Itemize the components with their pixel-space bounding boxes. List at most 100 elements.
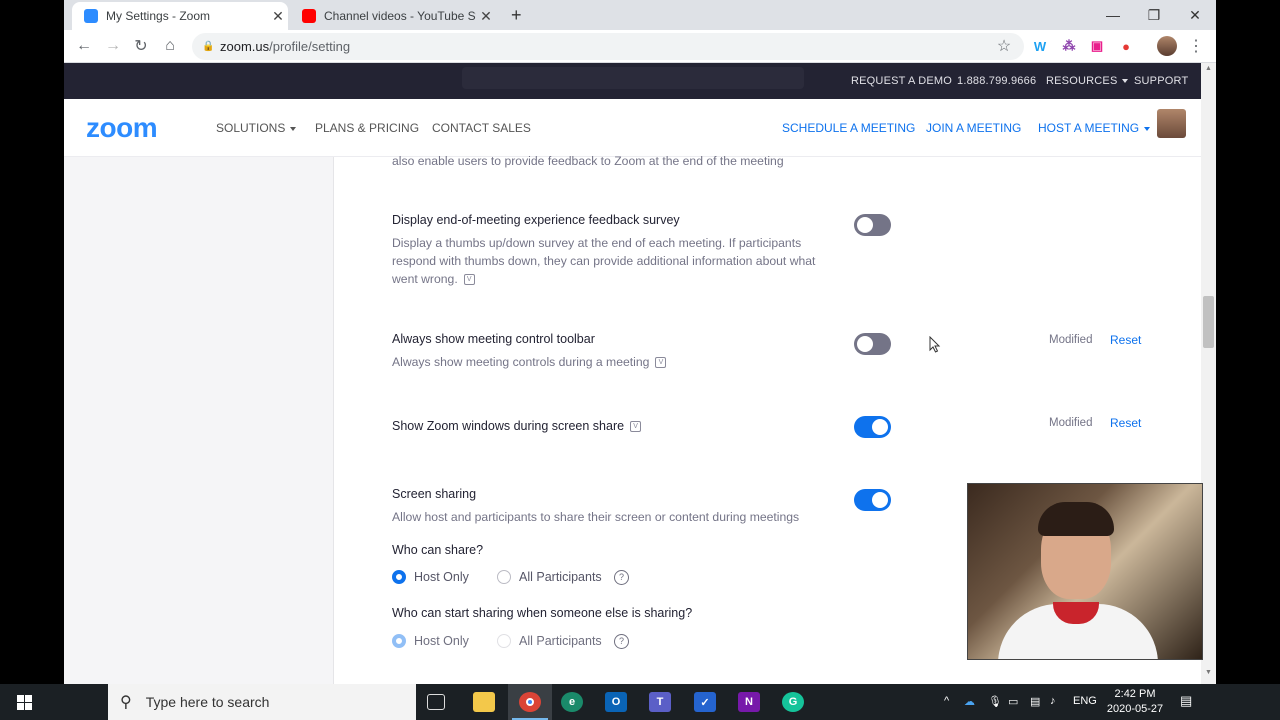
url-text: zoom.us/profile/setting: [220, 39, 351, 54]
radio-label: Host Only: [414, 570, 469, 584]
profile-avatar[interactable]: [1157, 36, 1177, 56]
plans-pricing-link[interactable]: PLANS & PRICING: [315, 121, 419, 135]
request-demo-link[interactable]: REQUEST A DEMO: [851, 75, 952, 87]
solutions-menu[interactable]: SOLUTIONS: [216, 121, 297, 135]
onenote-icon[interactable]: N: [738, 692, 760, 712]
phone-link[interactable]: 1.888.799.9666: [957, 75, 1036, 87]
tab-strip: My Settings - Zoom ✕ Channel videos - Yo…: [64, 0, 1216, 30]
star-icon[interactable]: ☆: [992, 34, 1016, 58]
version-icon: V: [655, 357, 667, 369]
setting-description: Always show meeting controls during a me…: [392, 353, 667, 371]
setting-title: Screen sharing: [392, 487, 477, 501]
zoom-favicon-icon: [84, 9, 98, 23]
caret-down-icon: [1144, 126, 1151, 131]
volume-icon[interactable]: ♪: [1050, 695, 1056, 707]
todo-icon[interactable]: ✓: [694, 692, 716, 712]
w-extension-icon[interactable]: W: [1032, 38, 1048, 54]
page-scrollbar[interactable]: ▲ ▼: [1201, 63, 1216, 684]
radio-all-participants[interactable]: [497, 634, 511, 648]
radio-label: All Participants: [519, 634, 602, 648]
version-icon: V: [463, 274, 475, 286]
close-tab-icon[interactable]: ✕: [268, 8, 288, 25]
taskbar-search[interactable]: ⚲ Type here to search: [108, 684, 416, 720]
close-tab-icon[interactable]: ✕: [476, 8, 496, 25]
mouse-cursor-icon: [929, 336, 941, 353]
show-hidden-icons-icon[interactable]: ^: [944, 695, 949, 707]
microphone-icon[interactable]: 🎙: [988, 695, 1002, 708]
host-meeting-menu[interactable]: HOST A MEETING: [1038, 121, 1151, 135]
grammarly-icon[interactable]: G: [782, 692, 804, 712]
support-link[interactable]: SUPPORT: [1134, 75, 1188, 87]
outlook-icon[interactable]: O: [605, 692, 627, 712]
tab-youtube-studio[interactable]: Channel videos - YouTube Studio ✕: [290, 2, 496, 30]
toggle-knob: [872, 492, 888, 508]
setting-title: Show Zoom windows during screen share V: [392, 419, 642, 433]
address-bar[interactable]: 🔒 zoom.us/profile/setting: [192, 33, 1024, 60]
chrome-icon[interactable]: [519, 692, 541, 712]
reset-link[interactable]: Reset: [1110, 416, 1141, 430]
close-window-button[interactable]: ✕: [1174, 0, 1216, 30]
new-tab-button[interactable]: +: [511, 5, 522, 26]
schedule-meeting-link[interactable]: SCHEDULE A MEETING: [782, 121, 915, 135]
tab-my-settings[interactable]: My Settings - Zoom ✕: [72, 2, 288, 30]
feedback-survey-toggle[interactable]: [854, 214, 891, 236]
user-avatar[interactable]: [1157, 109, 1186, 138]
back-icon[interactable]: ←: [72, 34, 96, 58]
toggle-knob: [872, 419, 888, 435]
webcam-person-hair: [1038, 502, 1114, 536]
toggle-knob: [857, 336, 873, 352]
modified-label: Modified: [1049, 417, 1093, 429]
file-explorer-icon[interactable]: [473, 692, 495, 712]
clock-date: 2020-05-27: [1106, 703, 1164, 715]
maximize-button[interactable]: ❐: [1133, 0, 1175, 30]
home-icon[interactable]: ⌂: [158, 34, 182, 58]
scroll-up-icon[interactable]: ▲: [1201, 65, 1216, 79]
top-search-box[interactable]: [462, 67, 804, 89]
control-toolbar-toggle[interactable]: [854, 333, 891, 355]
edge-icon[interactable]: e: [561, 692, 583, 712]
setting-title: Always show meeting control toolbar: [392, 332, 595, 346]
windows-taskbar: ⚲ Type here to search e O T ✓ N G ^ ☁ 🎙 …: [0, 684, 1280, 720]
zoom-logo[interactable]: zoom: [86, 112, 158, 144]
who-can-share-label: Who can share?: [392, 543, 484, 557]
search-placeholder: Type here to search: [145, 694, 270, 710]
resources-menu[interactable]: RESOURCES: [1046, 75, 1129, 87]
scroll-thumb[interactable]: [1203, 296, 1214, 348]
contact-sales-link[interactable]: CONTACT SALES: [432, 121, 531, 135]
windows-logo-icon: [16, 694, 32, 710]
modified-label: Modified: [1049, 334, 1093, 346]
help-icon[interactable]: ?: [614, 634, 629, 649]
forward-icon[interactable]: →: [101, 34, 125, 58]
scroll-down-icon[interactable]: ▼: [1201, 669, 1216, 683]
record-extension-icon[interactable]: ●: [1118, 38, 1134, 54]
language-indicator[interactable]: ENG: [1073, 695, 1097, 707]
battery-icon[interactable]: ▭: [1008, 695, 1018, 708]
setting-description: Display a thumbs up/down survey at the e…: [392, 236, 816, 286]
screen-sharing-toggle[interactable]: [854, 489, 891, 511]
search-icon: ⚲: [120, 694, 132, 711]
version-icon: V: [630, 421, 642, 433]
setting-title: Display end-of-meeting experience feedba…: [392, 213, 680, 227]
notifications-icon[interactable]: ▤: [1180, 693, 1192, 709]
help-icon[interactable]: ?: [614, 570, 629, 585]
reload-icon[interactable]: ↻: [129, 34, 153, 58]
network-icon[interactable]: ▤: [1030, 695, 1040, 708]
square-extension-icon[interactable]: ▣: [1089, 38, 1105, 54]
teams-icon[interactable]: T: [649, 692, 671, 712]
menu-dots-icon[interactable]: ⋮: [1184, 34, 1208, 58]
onedrive-icon[interactable]: ☁: [964, 695, 975, 708]
radio-host-only[interactable]: [392, 570, 406, 584]
task-view-icon[interactable]: [427, 694, 445, 710]
radio-host-only[interactable]: [392, 634, 406, 648]
settings-sidebar: [64, 157, 334, 684]
minimize-button[interactable]: —: [1092, 0, 1134, 30]
radio-all-participants[interactable]: [497, 570, 511, 584]
reset-link[interactable]: Reset: [1110, 333, 1141, 347]
webcam-overlay: [967, 483, 1203, 660]
radio-label: Host Only: [414, 634, 469, 648]
clock[interactable]: 2:42 PM 2020-05-27: [1099, 687, 1171, 717]
dots-extension-icon[interactable]: ⁂: [1061, 38, 1077, 54]
join-meeting-link[interactable]: JOIN A MEETING: [926, 121, 1021, 135]
start-button[interactable]: [0, 684, 48, 720]
zoom-windows-share-toggle[interactable]: [854, 416, 891, 438]
